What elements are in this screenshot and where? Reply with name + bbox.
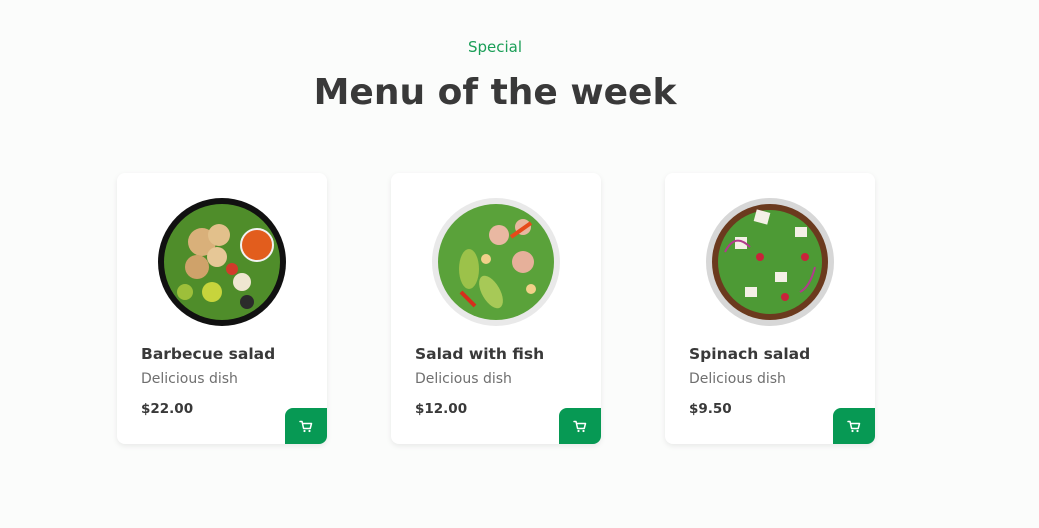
dish-name: Salad with fish [415, 345, 545, 363]
shopping-cart-icon [573, 420, 587, 432]
menu-card-barbecue-salad: Barbecue salad Delicious dish $22.00 [117, 173, 327, 444]
dish-description: Delicious dish [415, 371, 512, 387]
shopping-cart-icon [299, 420, 313, 432]
dish-name: Barbecue salad [141, 345, 276, 363]
add-to-cart-button[interactable] [833, 408, 875, 444]
dish-price: $22.00 [141, 401, 194, 417]
dish-price: $12.00 [415, 401, 468, 417]
dish-image [706, 198, 834, 326]
dish-description: Delicious dish [689, 371, 786, 387]
dish-image [432, 198, 560, 326]
menu-card-spinach-salad: Spinach salad Delicious dish $9.50 [665, 173, 875, 444]
dish-price: $9.50 [689, 401, 732, 417]
shopping-cart-icon [847, 420, 861, 432]
dish-name: Spinach salad [689, 345, 811, 363]
dish-description: Delicious dish [141, 371, 238, 387]
section-subtitle: Special [467, 38, 523, 56]
dish-image [158, 198, 286, 326]
add-to-cart-button[interactable] [285, 408, 327, 444]
add-to-cart-button[interactable] [559, 408, 601, 444]
section-title: Menu of the week [313, 72, 677, 113]
menu-card-salad-with-fish: Salad with fish Delicious dish $12.00 [391, 173, 601, 444]
